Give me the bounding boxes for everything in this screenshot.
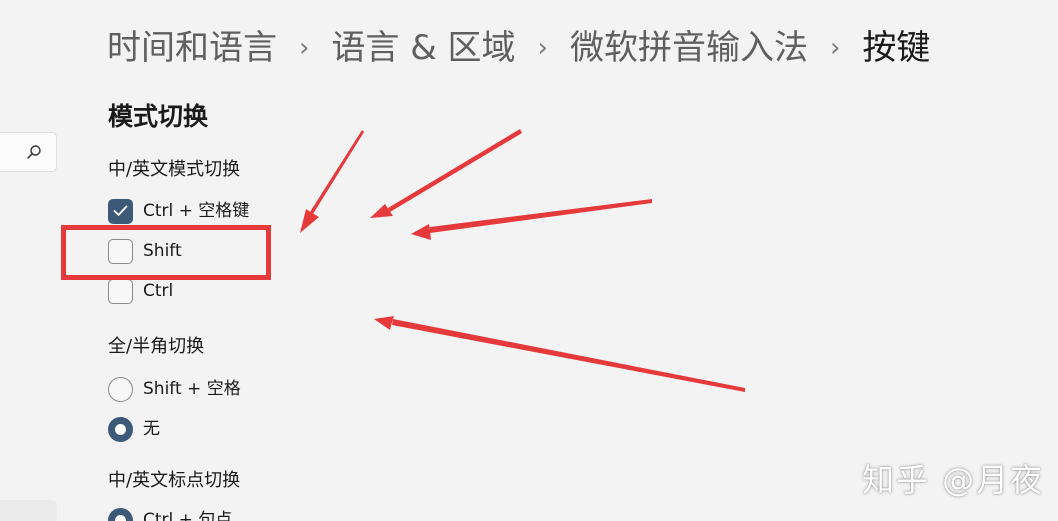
annotation-arrows — [300, 129, 745, 392]
watermark: 知乎 @月夜 — [862, 461, 1045, 499]
